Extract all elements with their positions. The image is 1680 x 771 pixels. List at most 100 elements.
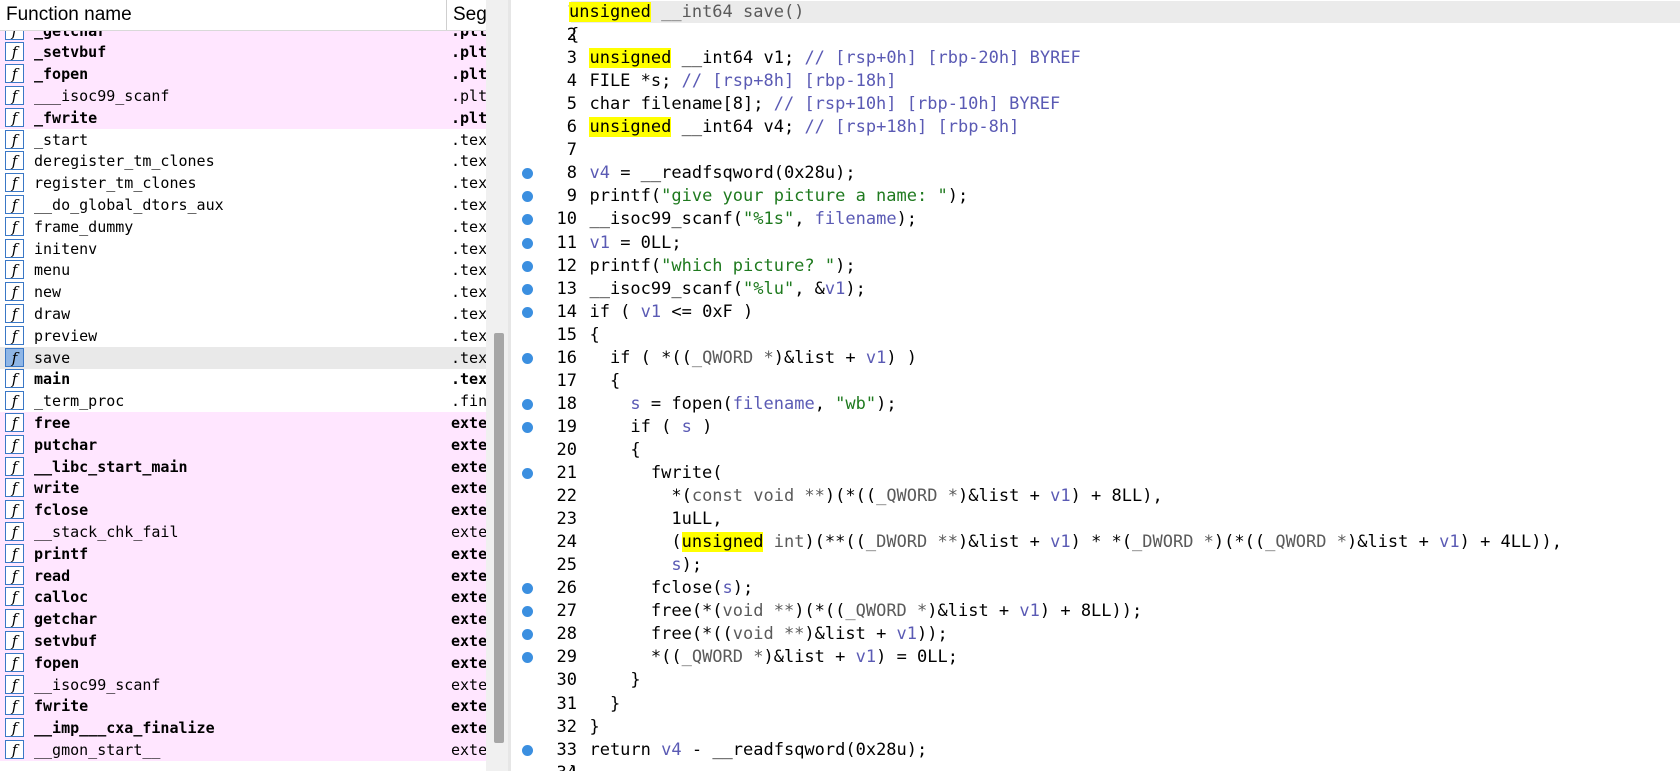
code-line[interactable]: 7 <box>511 139 1680 162</box>
function-row-putchar[interactable]: f putchar extern <box>0 433 486 456</box>
code-line[interactable]: 13 __isoc99_scanf("%lu", &v1); <box>511 278 1680 301</box>
code-line[interactable]: 16 if ( *((_QWORD *)&list + v1) ) <box>511 347 1680 370</box>
function-row-printf[interactable]: fprintf extern <box>0 542 486 565</box>
function-row-isoc99-scanf[interactable]: f __isoc99_scanf extern <box>0 673 486 696</box>
breakpoint-dot-icon[interactable] <box>522 398 533 410</box>
function-row-fclose[interactable]: ffclose extern <box>0 499 486 522</box>
code-text[interactable]: printf("give your picture a name: "); <box>569 185 968 207</box>
code-line[interactable]: 31 } <box>511 693 1680 716</box>
code-line[interactable]: 32 } <box>511 716 1680 739</box>
function-row-gmon-start--[interactable]: f __gmon_start__ extern <box>0 738 486 761</box>
function-row-getchar[interactable]: f getchar extern <box>0 608 486 631</box>
function-row-do-global-dtors-aux[interactable]: f __do_global_dtors_aux .text <box>0 194 486 216</box>
function-row-term-proc[interactable]: f _term_proc .fini <box>0 390 486 412</box>
code-text[interactable]: return v4 - __readfsqword(0x28u); <box>569 739 927 761</box>
code-text[interactable]: printf("which picture? "); <box>569 255 855 277</box>
code-line[interactable]: 27 free(*(void **)(*((_QWORD *)&list + v… <box>511 600 1680 623</box>
function-row-preview[interactable]: f preview .text <box>0 325 486 347</box>
function-list-pane[interactable]: f_getchar.pltf_setvbuf.pltf_fopen.pltf__… <box>0 0 486 771</box>
code-text[interactable]: } <box>569 693 620 715</box>
code-text[interactable]: s = fopen(filename, "wb"); <box>569 393 896 415</box>
breakpoint-dot-icon[interactable] <box>522 468 533 479</box>
code-text[interactable]: fclose(s); <box>569 577 753 599</box>
code-line[interactable]: 23 1uLL, <box>511 508 1680 531</box>
code-text[interactable]: *(const void **)(*((_QWORD *)&list + v1)… <box>569 485 1162 507</box>
code-line[interactable]: 10 __isoc99_scanf("%1s", filename); <box>511 208 1680 231</box>
breakpoint-dot-icon[interactable] <box>522 214 533 226</box>
code-line[interactable]: 25 s); <box>511 554 1680 577</box>
code-line[interactable]: 18 s = fopen(filename, "wb"); <box>511 393 1680 416</box>
code-text[interactable]: if ( s ) <box>569 416 712 438</box>
code-text[interactable]: unsigned __int64 v1; // [rsp+0h] [rbp-20… <box>569 47 1081 69</box>
code-text[interactable]: { <box>569 370 620 392</box>
code-text[interactable]: { <box>569 24 579 46</box>
code-text[interactable]: free(*((void **)&list + v1)); <box>569 623 948 645</box>
code-text[interactable]: __isoc99_scanf("%lu", &v1); <box>569 278 865 300</box>
code-line[interactable]: 14 if ( v1 <= 0xF ) <box>511 301 1680 324</box>
code-line[interactable]: 4 FILE *s; // [rsp+8h] [rbp-18h] <box>511 70 1680 93</box>
code-line[interactable]: 2{ <box>511 24 1680 47</box>
code-text[interactable]: if ( *((_QWORD *)&list + v1) ) <box>569 347 917 369</box>
code-text[interactable]: 1uLL, <box>569 508 722 530</box>
code-text[interactable]: unsigned __int64 save() <box>569 1 804 23</box>
code-line[interactable]: 8 v4 = __readfsqword(0x28u); <box>511 162 1680 185</box>
code-line[interactable]: 12 printf("which picture? "); <box>511 255 1680 278</box>
code-text[interactable]: *((_QWORD *)&list + v1) = 0LL; <box>569 646 958 668</box>
function-row-main[interactable]: fmain .text <box>0 368 486 390</box>
code-text[interactable]: s); <box>569 554 702 576</box>
breakpoint-dot-icon[interactable] <box>522 652 533 664</box>
pseudocode-view[interactable]: 1unsigned __int64 save()2{3 unsigned __i… <box>511 0 1680 771</box>
code-line[interactable]: 34} <box>511 762 1680 771</box>
function-row-fwrite[interactable]: f _fwrite .plt <box>0 106 486 129</box>
code-line[interactable]: 17 { <box>511 370 1680 393</box>
code-text[interactable]: char filename[8]; // [rsp+10h] [rbp-10h]… <box>569 93 1060 115</box>
breakpoint-dot-icon[interactable] <box>522 421 533 433</box>
function-row-imp---cxa-finalize[interactable]: f __imp___cxa_finalize extern <box>0 717 486 740</box>
code-line[interactable]: 24 (unsigned int)(**((_DWORD **)&list + … <box>511 531 1680 554</box>
code-line[interactable]: 29 *((_QWORD *)&list + v1) = 0LL; <box>511 646 1680 669</box>
breakpoint-dot-icon[interactable] <box>522 744 533 756</box>
code-line[interactable]: 1unsigned __int64 save() <box>511 1 1680 24</box>
code-text[interactable]: } <box>569 716 599 738</box>
code-line[interactable]: 30 } <box>511 669 1680 692</box>
function-row-calloc[interactable]: fcalloc extern <box>0 586 486 609</box>
code-line[interactable]: 26 fclose(s); <box>511 577 1680 600</box>
function-row-write[interactable]: fwrite extern <box>0 477 486 500</box>
column-header-function-name[interactable]: Function name <box>6 4 132 26</box>
code-line[interactable]: 11 v1 = 0LL; <box>511 232 1680 255</box>
function-row-setvbuf[interactable]: f setvbuf extern <box>0 629 486 652</box>
code-text[interactable]: fwrite( <box>569 462 723 484</box>
function-row-libc-start-main[interactable]: f __libc_start_main extern <box>0 455 486 478</box>
function-row-fopen[interactable]: f _fopen .plt <box>0 63 486 86</box>
breakpoint-dot-icon[interactable] <box>522 629 533 641</box>
function-row-stack-chk-fail[interactable]: f __stack_chk_fail extern <box>0 520 486 543</box>
breakpoint-dot-icon[interactable] <box>522 583 533 595</box>
breakpoint-dot-icon[interactable] <box>522 606 533 618</box>
code-line[interactable]: 33 return v4 - __readfsqword(0x28u); <box>511 739 1680 762</box>
breakpoint-dot-icon[interactable] <box>522 168 533 180</box>
code-text[interactable]: v1 = 0LL; <box>569 232 681 254</box>
code-text[interactable]: } <box>569 669 640 691</box>
column-header-segment[interactable]: Segment <box>453 4 486 26</box>
breakpoint-dot-icon[interactable] <box>522 352 533 364</box>
function-row-deregister-tm-clones[interactable]: f deregister_tm_clones .text <box>0 150 486 172</box>
function-row-draw[interactable]: fdraw .text <box>0 303 486 325</box>
function-row-start[interactable]: f _start .text <box>0 129 486 151</box>
function-row-read[interactable]: fread extern <box>0 564 486 587</box>
column-divider[interactable] <box>446 0 447 30</box>
function-row-menu[interactable]: fmenu .text <box>0 259 486 281</box>
code-line[interactable]: 6 unsigned __int64 v4; // [rsp+18h] [rbp… <box>511 116 1680 139</box>
code-line[interactable]: 3 unsigned __int64 v1; // [rsp+0h] [rbp-… <box>511 47 1680 70</box>
function-row-save[interactable]: fsave .text <box>0 346 486 369</box>
code-text[interactable]: free(*(void **)(*((_QWORD *)&list + v1) … <box>569 600 1142 622</box>
code-text[interactable]: { <box>569 324 599 346</box>
function-row-fwrite[interactable]: ffwrite extern <box>0 695 486 718</box>
code-line[interactable]: 15 { <box>511 324 1680 347</box>
function-row-register-tm-clones[interactable]: f register_tm_clones .text <box>0 172 486 194</box>
code-line[interactable]: 9 printf("give your picture a name: "); <box>511 185 1680 208</box>
code-line[interactable]: 28 free(*((void **)&list + v1)); <box>511 623 1680 646</box>
code-line[interactable]: 5 char filename[8]; // [rsp+10h] [rbp-10… <box>511 93 1680 116</box>
code-text[interactable]: __isoc99_scanf("%1s", filename); <box>569 208 917 230</box>
function-row-fopen[interactable]: ffopen extern <box>0 651 486 674</box>
code-text[interactable]: (unsigned int)(**((_DWORD **)&list + v1)… <box>569 531 1562 553</box>
